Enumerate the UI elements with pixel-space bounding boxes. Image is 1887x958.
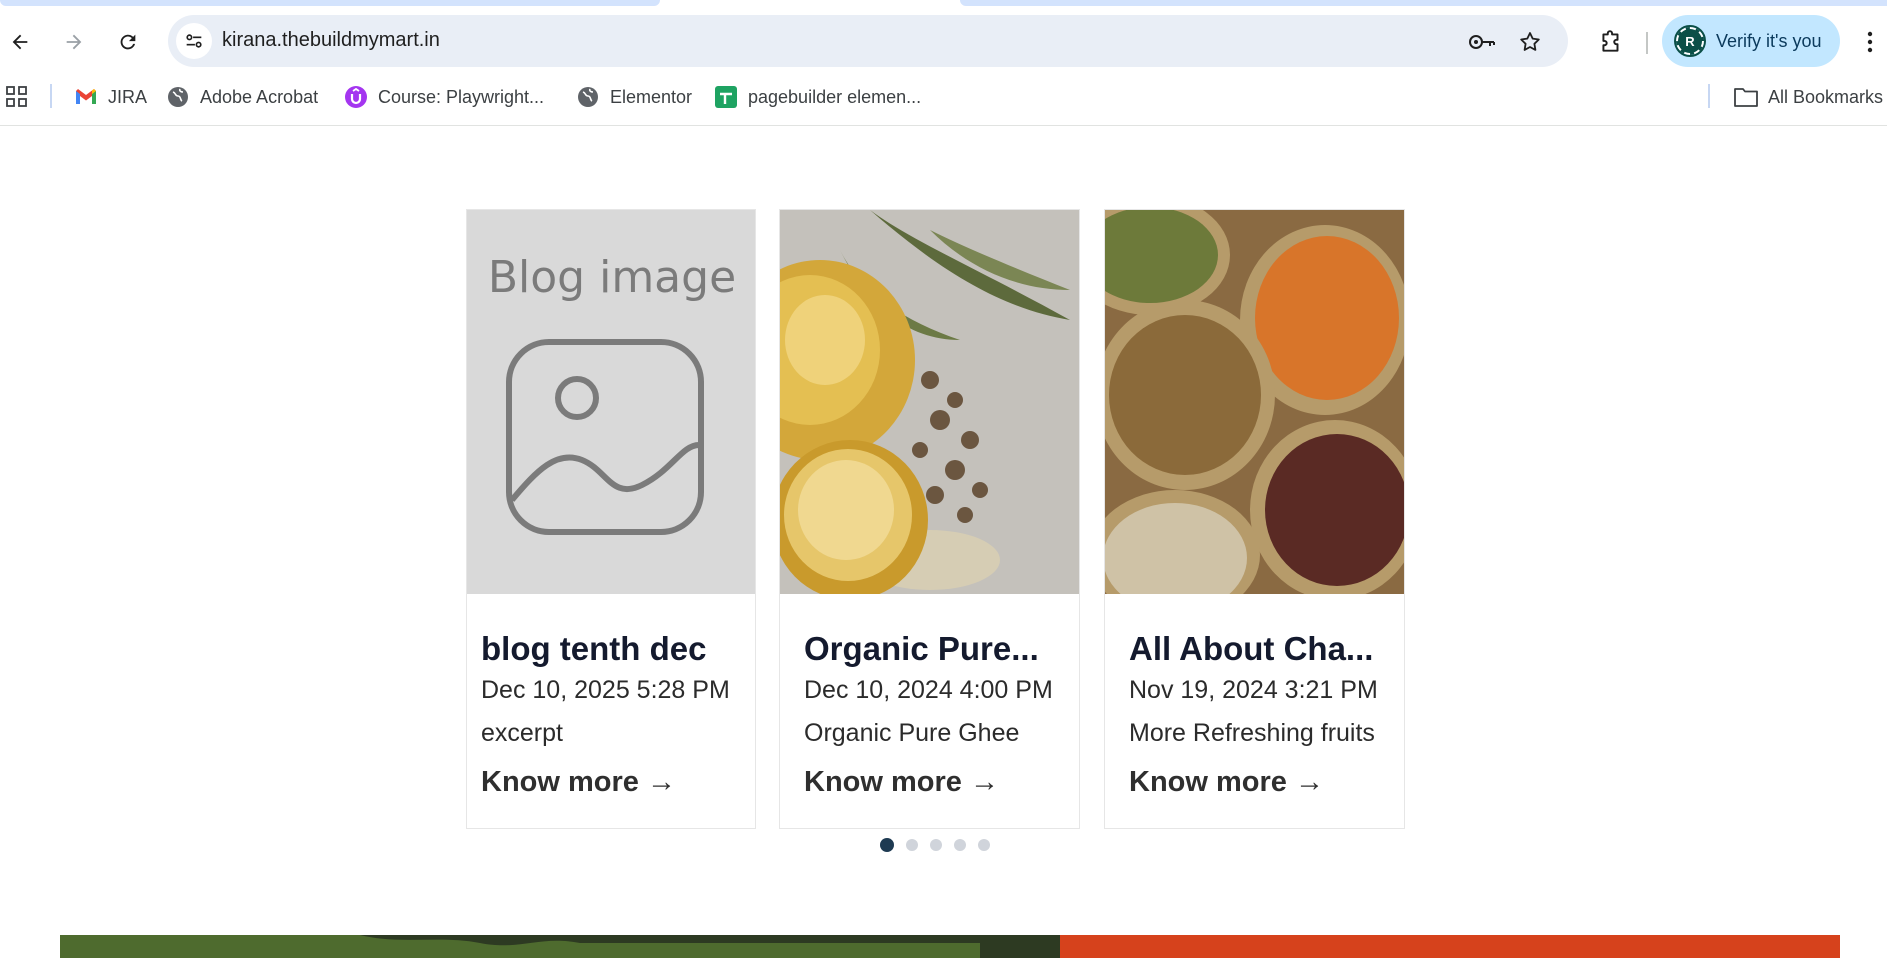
carousel-dot-2[interactable]	[906, 839, 918, 851]
blog-card-title[interactable]: blog tenth dec	[481, 630, 707, 668]
profile-label: Verify it's you	[1716, 30, 1822, 51]
blog-card-image[interactable]: Blog image	[467, 210, 755, 594]
carousel-pagination	[880, 838, 990, 852]
sheets-icon	[714, 85, 738, 109]
extensions-button[interactable]	[1594, 25, 1628, 59]
blog-card-image[interactable]	[1105, 210, 1404, 594]
placeholder-text: Blog image	[488, 252, 736, 303]
blog-card-date: Nov 19, 2024 3:21 PM	[1129, 676, 1378, 704]
blog-card-date: Dec 10, 2024 4:00 PM	[804, 676, 1053, 704]
avatar: R	[1674, 25, 1706, 57]
bookmark-jira[interactable]: JIRA	[74, 82, 147, 112]
page-content: Blog image blog tenth dec Dec 10, 2025 5…	[0, 127, 1887, 958]
carousel-dot-3[interactable]	[930, 839, 942, 851]
blog-card[interactable]: Organic Pure... Dec 10, 2024 4:00 PM Org…	[779, 209, 1080, 829]
blog-card-excerpt: More Refreshing fruits	[1129, 719, 1375, 747]
bookmark-label: Course: Playwright...	[378, 86, 545, 107]
bookmark-course-playwright[interactable]: Course: Playwright...	[344, 82, 544, 112]
blog-carousel: Blog image blog tenth dec Dec 10, 2025 5…	[466, 209, 1406, 829]
key-icon	[1469, 35, 1495, 49]
tab-strip	[0, 0, 1887, 14]
bookmark-label: Elementor	[610, 86, 693, 107]
tab-inactive-right[interactable]	[960, 0, 1887, 6]
profile-chip[interactable]: R Verify it's you	[1662, 15, 1840, 67]
ghee-photo	[780, 210, 1079, 594]
browser-toolbar: kirana.thebuildmymart.in R Verify it's y…	[0, 14, 1887, 68]
bookmark-elementor[interactable]: Elementor	[576, 82, 692, 112]
all-bookmarks-button[interactable]: All Bookmarks	[1734, 82, 1883, 112]
know-more-link[interactable]: Know more →	[1129, 766, 1324, 799]
globe-icon	[576, 85, 600, 109]
bookmark-adobe-acrobat[interactable]: Adobe Acrobat	[166, 82, 318, 112]
forward-button[interactable]	[58, 26, 90, 58]
blog-card-image[interactable]	[780, 210, 1079, 594]
carousel-dot-4[interactable]	[954, 839, 966, 851]
gmail-icon	[74, 85, 98, 109]
arrow-left-icon	[12, 34, 28, 50]
reload-button[interactable]	[112, 26, 144, 58]
blog-card-title[interactable]: All About Cha...	[1129, 630, 1373, 668]
bookmark-pagebuilder[interactable]: pagebuilder elemen...	[714, 82, 921, 112]
site-info-button[interactable]	[176, 23, 212, 59]
url-text[interactable]: kirana.thebuildmymart.in	[222, 29, 440, 52]
image-placeholder-icon	[506, 339, 704, 535]
apps-grid-icon	[6, 86, 27, 107]
bookmarks-divider	[50, 84, 52, 108]
blog-card-excerpt: Organic Pure Ghee	[804, 719, 1020, 747]
star-icon	[1520, 32, 1540, 51]
blog-card[interactable]: Blog image blog tenth dec Dec 10, 2025 5…	[466, 209, 756, 829]
carousel-dot-5[interactable]	[978, 839, 990, 851]
hero-banner-preview	[0, 935, 1887, 958]
apps-button[interactable]	[6, 82, 28, 112]
back-button[interactable]	[4, 26, 36, 58]
bookmark-label: JIRA	[108, 86, 148, 107]
blog-card-title[interactable]: Organic Pure...	[804, 630, 1039, 668]
arrow-right-icon	[66, 34, 82, 50]
blog-card-date: Dec 10, 2025 5:28 PM	[481, 676, 730, 704]
udemy-icon	[344, 85, 368, 109]
address-bar[interactable]: kirana.thebuildmymart.in	[168, 15, 1568, 67]
blog-card-excerpt: excerpt	[481, 719, 563, 747]
globe-icon	[166, 85, 190, 109]
folder-icon	[1734, 85, 1758, 109]
bookmark-star-button[interactable]	[1516, 28, 1544, 56]
bookmark-label: pagebuilder elemen...	[748, 86, 922, 107]
browser-menu-button[interactable]	[1858, 26, 1882, 58]
know-more-link[interactable]: Know more →	[481, 766, 676, 799]
bookmarks-divider	[1708, 84, 1710, 108]
reload-icon	[120, 34, 136, 50]
more-vert-icon	[1867, 31, 1873, 53]
toolbar-divider	[1646, 32, 1648, 54]
puzzle-icon	[1602, 30, 1619, 52]
blog-card[interactable]: All About Cha... Nov 19, 2024 3:21 PM Mo…	[1104, 209, 1405, 829]
all-bookmarks-label: All Bookmarks	[1768, 86, 1884, 107]
know-more-link[interactable]: Know more →	[804, 766, 999, 799]
tune-icon	[186, 34, 202, 48]
carousel-dot-1[interactable]	[880, 838, 894, 852]
tab-inactive-left[interactable]	[0, 0, 660, 6]
bookmarks-bar: JIRA Adobe Acrobat Course: Playwright...…	[0, 68, 1887, 126]
bookmark-label: Adobe Acrobat	[200, 86, 319, 107]
password-key-button[interactable]	[1468, 28, 1496, 56]
grains-photo	[1105, 210, 1404, 594]
